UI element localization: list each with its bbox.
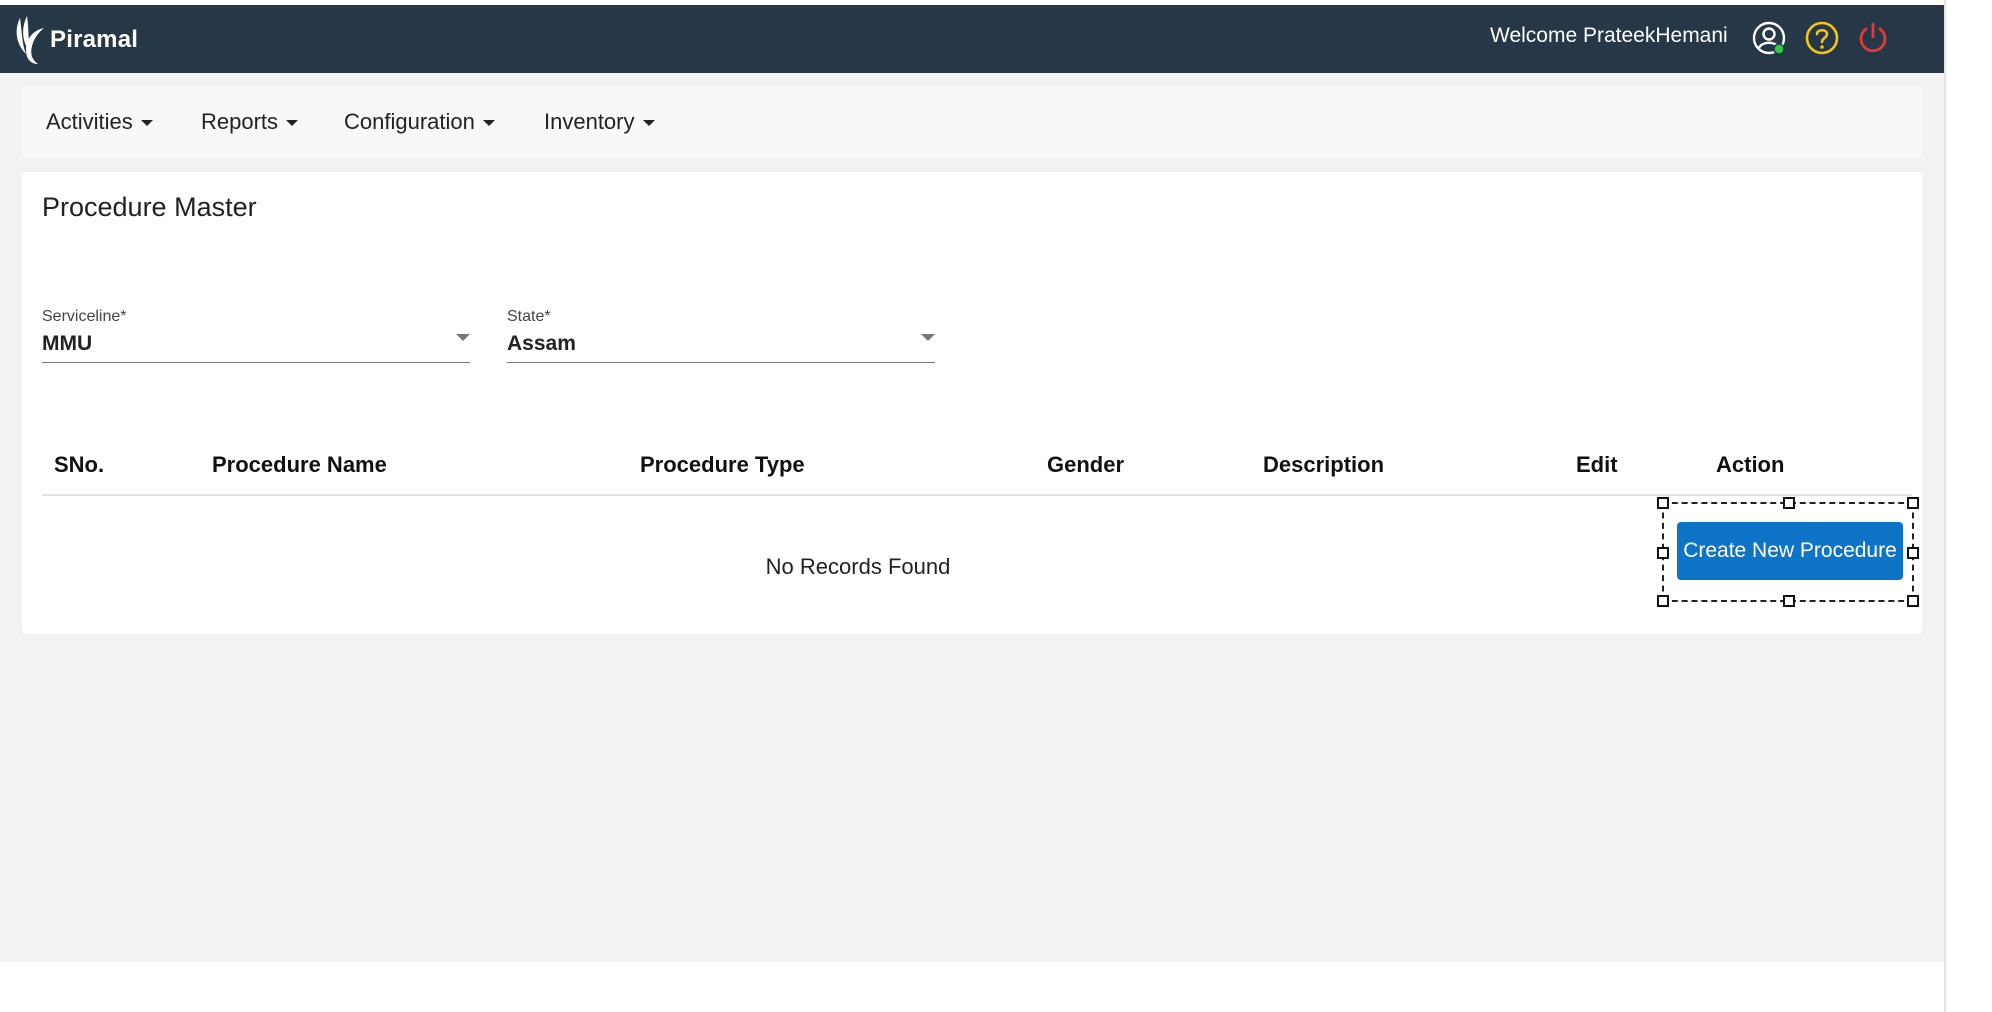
resize-handle-e[interactable]: [1907, 547, 1919, 559]
resize-handle-ne[interactable]: [1907, 497, 1919, 509]
power-icon[interactable]: [1854, 19, 1892, 57]
column-header-description[interactable]: Description: [1263, 452, 1384, 478]
help-icon[interactable]: [1803, 19, 1841, 57]
caret-down-icon: [140, 120, 153, 127]
create-new-procedure-button[interactable]: Create New Procedure: [1677, 522, 1903, 580]
nav-configuration[interactable]: Configuration: [344, 86, 495, 158]
column-header-procedure-name[interactable]: Procedure Name: [212, 452, 387, 478]
dropdown-arrow-icon: [921, 334, 935, 341]
nav-inventory-label: Inventory: [544, 109, 635, 134]
main-nav: Activities Reports Configuration Invento…: [22, 86, 1922, 158]
column-header-edit: Edit: [1576, 452, 1618, 477]
piramal-leaf-icon: [16, 16, 44, 64]
nav-activities-label: Activities: [46, 109, 133, 134]
caret-down-icon: [286, 120, 299, 127]
brand-logo[interactable]: Piramal: [12, 14, 138, 66]
serviceline-label: Serviceline*: [42, 308, 127, 325]
table-header-divider: [42, 494, 1912, 496]
nav-reports-label: Reports: [201, 109, 279, 134]
state-label: State*: [507, 308, 551, 325]
procedure-master-card: Procedure Master Serviceline* MMU State*…: [22, 172, 1922, 634]
nav-configuration-label: Configuration: [344, 109, 475, 134]
resize-handle-nw[interactable]: [1657, 497, 1669, 509]
column-header-sno[interactable]: SNo.: [54, 452, 104, 478]
empty-table-message: No Records Found: [765, 554, 951, 579]
resize-handle-s[interactable]: [1783, 595, 1795, 607]
resize-handle-se[interactable]: [1907, 595, 1919, 607]
serviceline-value: MMU: [42, 332, 93, 355]
caret-down-icon: [642, 120, 655, 127]
nav-inventory[interactable]: Inventory: [544, 86, 655, 158]
nav-reports[interactable]: Reports: [201, 86, 299, 158]
app-window: Piramal Welcome PrateekHemani Activities…: [0, 0, 1944, 962]
nav-activities[interactable]: Activities: [46, 86, 153, 158]
serviceline-select[interactable]: Serviceline* MMU: [42, 308, 470, 363]
window-edge: [1944, 0, 1992, 1012]
state-select[interactable]: State* Assam: [507, 308, 935, 363]
column-header-procedure-type[interactable]: Procedure Type: [640, 452, 805, 478]
column-header-action: Action: [1716, 452, 1785, 477]
column-header-gender[interactable]: Gender: [1047, 452, 1124, 478]
state-value: Assam: [507, 332, 576, 355]
resize-handle-w[interactable]: [1657, 547, 1669, 559]
caret-down-icon: [482, 120, 495, 127]
welcome-text: Welcome PrateekHemani: [1490, 24, 1728, 47]
header-bar: Piramal Welcome PrateekHemani: [0, 5, 1944, 73]
user-profile-icon[interactable]: [1750, 19, 1788, 57]
brand-name: Piramal: [50, 26, 139, 53]
resize-handle-n[interactable]: [1783, 497, 1795, 509]
page-title: Procedure Master: [42, 192, 257, 222]
resize-handle-sw[interactable]: [1657, 595, 1669, 607]
dropdown-arrow-icon: [456, 334, 470, 341]
